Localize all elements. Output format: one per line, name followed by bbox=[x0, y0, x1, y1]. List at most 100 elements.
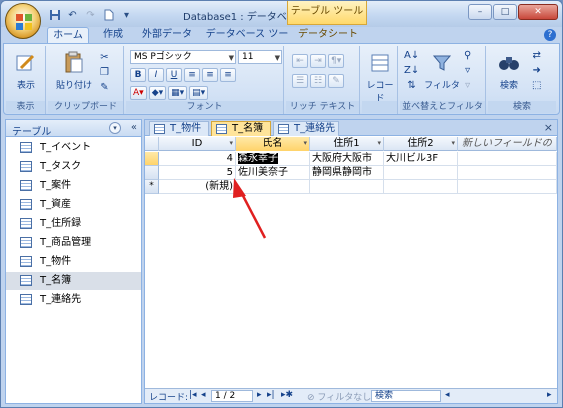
selection-filter-icon[interactable]: ⚲ bbox=[464, 50, 471, 61]
nav-item-contact[interactable]: T_連絡先 bbox=[6, 291, 141, 309]
office-button[interactable] bbox=[5, 3, 41, 39]
cell-name[interactable]: 佐川美奈子 bbox=[236, 166, 310, 180]
previous-record-icon[interactable]: ◂ bbox=[201, 390, 206, 400]
align-left-icon[interactable]: ≡ bbox=[184, 68, 200, 82]
nav-item-product[interactable]: T_商品管理 bbox=[6, 234, 141, 252]
align-center-icon[interactable]: ≡ bbox=[202, 68, 218, 82]
records-button[interactable]: レコード bbox=[364, 50, 396, 104]
cell-new-field[interactable] bbox=[458, 180, 557, 194]
select-icon[interactable]: ⬚ bbox=[532, 80, 541, 91]
close-document-icon[interactable]: × bbox=[544, 121, 553, 134]
search-box[interactable]: 検索 bbox=[371, 390, 441, 402]
tab-datasheet[interactable]: データシート bbox=[297, 27, 359, 43]
nav-item-task[interactable]: T_タスク bbox=[6, 158, 141, 176]
new-document-icon[interactable] bbox=[101, 8, 116, 22]
toggle-filter-icon[interactable]: ▿ bbox=[465, 80, 470, 91]
bold-button[interactable]: B bbox=[130, 68, 146, 82]
save-icon[interactable] bbox=[47, 8, 62, 22]
nav-dropdown-icon[interactable]: ▾ bbox=[109, 122, 121, 134]
redo-icon[interactable]: ↷ bbox=[83, 8, 98, 22]
cell-name-selected[interactable]: 森永幸子 bbox=[236, 152, 310, 166]
filter-status[interactable]: ⊘ フィルタなし bbox=[307, 390, 371, 403]
cell-name[interactable] bbox=[236, 180, 310, 194]
clear-sort-icon[interactable]: ⇅ bbox=[407, 80, 415, 91]
highlight-icon[interactable]: ✎ bbox=[328, 74, 344, 88]
nav-pane-header[interactable]: テーブル ▾ « bbox=[6, 120, 141, 138]
align-right-icon[interactable]: ≡ bbox=[220, 68, 236, 82]
cell-address1[interactable] bbox=[310, 180, 384, 194]
undo-icon[interactable]: ↶ bbox=[65, 8, 80, 22]
row-selector[interactable] bbox=[145, 166, 159, 180]
close-button[interactable]: ✕ bbox=[518, 4, 558, 20]
numbering-icon[interactable]: ☷ bbox=[310, 74, 326, 88]
bullets-icon[interactable]: ☰ bbox=[292, 74, 308, 88]
cell-address2[interactable]: 大川ビル3F bbox=[384, 152, 458, 166]
sort-ascending-icon[interactable]: A↓ bbox=[404, 50, 419, 61]
sort-descending-icon[interactable]: Z↓ bbox=[404, 65, 419, 76]
column-header-id[interactable]: ID ▾ bbox=[159, 137, 236, 151]
first-record-icon[interactable]: |◂ bbox=[189, 390, 197, 400]
font-color-icon[interactable]: A▾ bbox=[130, 86, 147, 100]
cell-address1[interactable]: 大阪府大阪市 bbox=[310, 152, 384, 166]
nav-item-event[interactable]: T_イベント bbox=[6, 139, 141, 157]
cell-address2[interactable] bbox=[384, 166, 458, 180]
scroll-left-icon[interactable]: ◂ bbox=[445, 390, 450, 400]
column-header-add-new-field[interactable]: 新しいフィールドの bbox=[458, 137, 557, 151]
row-selector[interactable] bbox=[145, 152, 159, 166]
increase-indent-icon[interactable]: ⇥ bbox=[310, 54, 326, 68]
paragraph-direction-icon[interactable]: ¶▾ bbox=[328, 54, 345, 68]
decrease-indent-icon[interactable]: ⇤ bbox=[292, 54, 308, 68]
advanced-filter-icon[interactable]: ▿ bbox=[465, 65, 470, 76]
next-record-icon[interactable]: ▸ bbox=[257, 390, 262, 400]
column-header-address1[interactable]: 住所1 ▾ bbox=[310, 137, 384, 151]
gridlines-icon[interactable]: ▦▾ bbox=[168, 86, 188, 100]
view-button[interactable]: 表示 bbox=[10, 50, 42, 91]
collapse-pane-icon[interactable]: « bbox=[131, 122, 137, 133]
nav-item-address-book[interactable]: T_住所録 bbox=[6, 215, 141, 233]
last-record-icon[interactable]: ▸| bbox=[267, 390, 275, 400]
cell-new-field[interactable] bbox=[458, 152, 557, 166]
filter-button[interactable]: フィルタ bbox=[424, 50, 460, 91]
tab-database-tools[interactable]: データベース ツール bbox=[203, 27, 291, 55]
doc-tab-contact[interactable]: T_連絡先 bbox=[273, 121, 339, 136]
tab-create[interactable]: 作成 bbox=[95, 27, 131, 43]
doc-tab-property[interactable]: T_物件 bbox=[149, 121, 209, 136]
alternate-fill-icon[interactable]: ▤▾ bbox=[189, 86, 209, 100]
underline-button[interactable]: U bbox=[166, 68, 182, 82]
replace-icon[interactable]: ⇄ bbox=[533, 50, 541, 61]
new-record-icon[interactable]: ▸✱ bbox=[281, 390, 293, 400]
tab-home[interactable]: ホーム bbox=[47, 27, 89, 43]
cell-id[interactable]: 4 bbox=[159, 152, 236, 166]
nav-item-case[interactable]: T_案件 bbox=[6, 177, 141, 195]
tab-external-data[interactable]: 外部データ bbox=[137, 27, 197, 43]
font-name-combo[interactable]: MS Pゴシック ▼ bbox=[130, 50, 236, 64]
cell-id[interactable]: 5 bbox=[159, 166, 236, 180]
doc-tab-roster[interactable]: T_名簿 bbox=[211, 121, 271, 136]
minimize-button[interactable]: – bbox=[468, 4, 492, 20]
cell-address1[interactable]: 静岡県静岡市 bbox=[310, 166, 384, 180]
help-icon[interactable]: ? bbox=[544, 29, 556, 41]
font-size-combo[interactable]: 11 ▼ bbox=[238, 50, 282, 64]
italic-button[interactable]: I bbox=[148, 68, 164, 82]
paste-button[interactable]: 貼り付け bbox=[54, 50, 94, 91]
scroll-right-icon[interactable]: ▸ bbox=[547, 390, 552, 400]
maximize-button[interactable]: □ bbox=[493, 4, 517, 20]
record-position-input[interactable]: 1 / 2 bbox=[211, 390, 253, 402]
nav-item-asset[interactable]: T_資産 bbox=[6, 196, 141, 214]
format-painter-icon[interactable]: ✎ bbox=[100, 82, 108, 93]
nav-item-roster[interactable]: T_名簿 bbox=[6, 272, 141, 290]
goto-icon[interactable]: ➜ bbox=[533, 65, 541, 76]
cell-new-field[interactable] bbox=[458, 166, 557, 180]
find-button[interactable]: 検索 bbox=[492, 50, 526, 91]
copy-icon[interactable]: ❐ bbox=[100, 67, 109, 78]
cut-icon[interactable]: ✂ bbox=[100, 52, 108, 63]
cell-address2[interactable] bbox=[384, 180, 458, 194]
column-header-name[interactable]: 氏名 ▾ bbox=[236, 137, 310, 151]
nav-item-property[interactable]: T_物件 bbox=[6, 253, 141, 271]
fill-color-icon[interactable]: ◆▾ bbox=[148, 86, 167, 100]
select-all-cell[interactable] bbox=[145, 137, 159, 151]
new-row-marker[interactable]: * bbox=[145, 180, 159, 194]
new-row-cell[interactable]: (新規) bbox=[159, 180, 236, 194]
column-header-address2[interactable]: 住所2 ▾ bbox=[384, 137, 458, 151]
customize-qat-icon[interactable]: ▾ bbox=[119, 8, 134, 22]
